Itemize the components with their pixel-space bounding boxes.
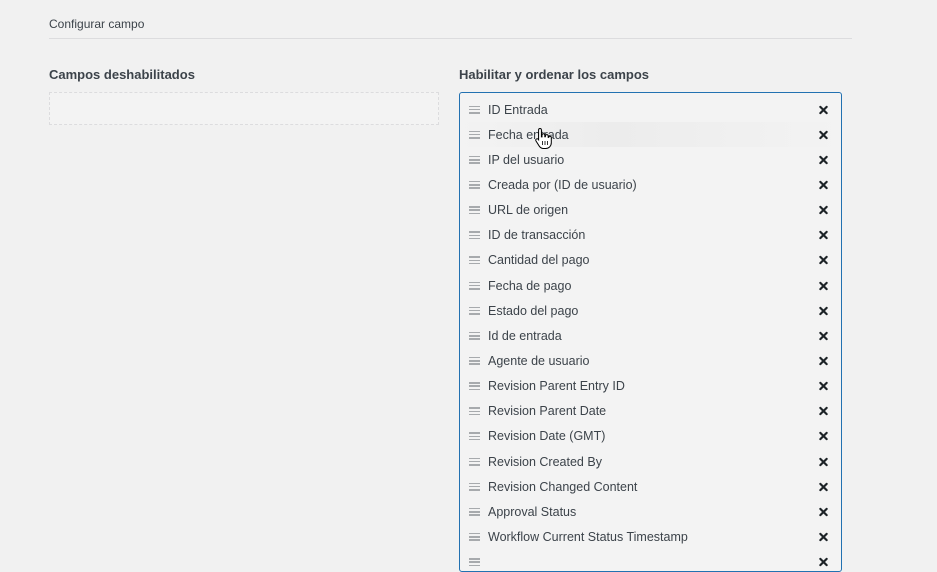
- disabled-fields-heading: Campos deshabilitados: [49, 67, 195, 82]
- section-title: Configurar campo: [49, 17, 145, 31]
- close-icon[interactable]: [819, 205, 828, 215]
- close-icon[interactable]: [819, 356, 828, 366]
- enabled-field-label: ID de transacción: [488, 228, 586, 243]
- drag-handle-icon[interactable]: [469, 206, 480, 215]
- close-icon[interactable]: [819, 381, 828, 391]
- close-icon[interactable]: [819, 482, 828, 491]
- enabled-field-item[interactable]: URL de origen: [460, 198, 841, 223]
- close-icon[interactable]: [819, 180, 828, 190]
- close-icon[interactable]: [819, 532, 828, 542]
- enabled-field-item[interactable]: Creada por (ID de usuario): [460, 172, 841, 197]
- enabled-field-item[interactable]: Workflow Current Status Timestamp: [460, 524, 841, 549]
- drag-handle-icon[interactable]: [469, 231, 480, 240]
- close-icon[interactable]: [819, 457, 828, 466]
- enabled-field-label: ID Entrada: [488, 102, 548, 117]
- enabled-field-item[interactable]: Revision Date (GMT): [460, 424, 841, 449]
- close-icon[interactable]: [819, 231, 828, 240]
- enabled-field-label: URL de origen: [488, 203, 569, 218]
- enabled-field-label: Fecha entrada: [488, 127, 569, 142]
- close-icon[interactable]: [819, 105, 828, 114]
- disabled-fields-dropzone[interactable]: [49, 92, 439, 125]
- drag-handle-icon[interactable]: [469, 356, 480, 365]
- enabled-field-label: IP del usuario: [488, 152, 565, 167]
- drag-handle-icon[interactable]: [469, 331, 480, 340]
- enabled-field-item[interactable]: Revision Parent Date: [460, 399, 841, 424]
- enabled-field-label: Revision Created By: [488, 454, 602, 469]
- enabled-field-item[interactable]: Revision Created By: [460, 449, 841, 474]
- enabled-field-item[interactable]: [460, 550, 841, 571]
- drag-handle-icon[interactable]: [469, 457, 480, 466]
- enabled-field-label: Revision Date (GMT): [488, 429, 606, 444]
- enabled-field-label: Workflow Current Status Timestamp: [488, 529, 688, 544]
- enabled-field-item[interactable]: Estado del pago: [460, 298, 841, 323]
- close-icon[interactable]: [819, 281, 828, 290]
- enabled-field-item[interactable]: Cantidad del pago: [460, 248, 841, 273]
- enabled-field-label: Approval Status: [488, 504, 577, 519]
- close-icon[interactable]: [819, 155, 828, 165]
- enabled-field-item[interactable]: IP del usuario: [460, 147, 841, 172]
- enabled-fields-list[interactable]: ID Entrada Fecha entrada IP del usuario Cre…: [459, 92, 842, 572]
- close-icon[interactable]: [819, 507, 828, 517]
- enabled-field-label: Revision Changed Content: [488, 479, 638, 494]
- drag-handle-icon[interactable]: [469, 306, 480, 315]
- drag-handle-icon[interactable]: [469, 558, 480, 567]
- drag-handle-icon[interactable]: [469, 105, 480, 114]
- close-icon[interactable]: [819, 331, 828, 341]
- drag-handle-icon[interactable]: [469, 407, 480, 416]
- drag-handle-icon[interactable]: [469, 382, 480, 391]
- enabled-field-item[interactable]: Agente de usuario: [460, 348, 841, 373]
- close-icon[interactable]: [819, 407, 828, 416]
- enabled-field-item[interactable]: Fecha entrada: [460, 122, 841, 148]
- drag-handle-icon[interactable]: [469, 432, 480, 441]
- close-icon[interactable]: [819, 432, 828, 441]
- enabled-fields-heading: Habilitar y ordenar los campos: [459, 67, 650, 82]
- enabled-field-item[interactable]: Revision Changed Content: [460, 474, 841, 499]
- drag-handle-icon[interactable]: [469, 532, 480, 541]
- close-icon[interactable]: [819, 557, 828, 567]
- enabled-field-label: Estado del pago: [488, 303, 579, 318]
- enabled-field-label: Revision Parent Date: [488, 404, 607, 419]
- enabled-field-label: Fecha de pago: [488, 278, 572, 293]
- enabled-field-item[interactable]: Fecha de pago: [460, 273, 841, 298]
- enabled-field-label: Cantidad del pago: [488, 253, 590, 268]
- drag-handle-icon[interactable]: [469, 130, 480, 139]
- close-icon[interactable]: [819, 256, 828, 265]
- enabled-field-label: Revision Parent Entry ID: [488, 379, 625, 394]
- enabled-field-item[interactable]: ID Entrada: [460, 97, 841, 122]
- enabled-field-item[interactable]: ID de transacción: [460, 223, 841, 248]
- section-divider: [49, 38, 852, 39]
- enabled-field-item[interactable]: Approval Status: [460, 499, 841, 524]
- enabled-field-item[interactable]: Id de entrada: [460, 323, 841, 348]
- drag-handle-icon[interactable]: [469, 482, 480, 491]
- drag-handle-icon[interactable]: [469, 507, 480, 516]
- enabled-field-label: Creada por (ID de usuario): [488, 177, 637, 192]
- drag-handle-icon[interactable]: [469, 256, 480, 265]
- enabled-field-label: Id de entrada: [488, 328, 562, 343]
- close-icon[interactable]: [819, 306, 828, 315]
- enabled-field-label: Agente de usuario: [488, 353, 590, 368]
- close-icon[interactable]: [819, 130, 828, 139]
- drag-handle-icon[interactable]: [469, 155, 480, 164]
- enabled-field-item[interactable]: Revision Parent Entry ID: [460, 374, 841, 399]
- drag-handle-icon[interactable]: [469, 281, 480, 290]
- drag-handle-icon[interactable]: [469, 180, 480, 189]
